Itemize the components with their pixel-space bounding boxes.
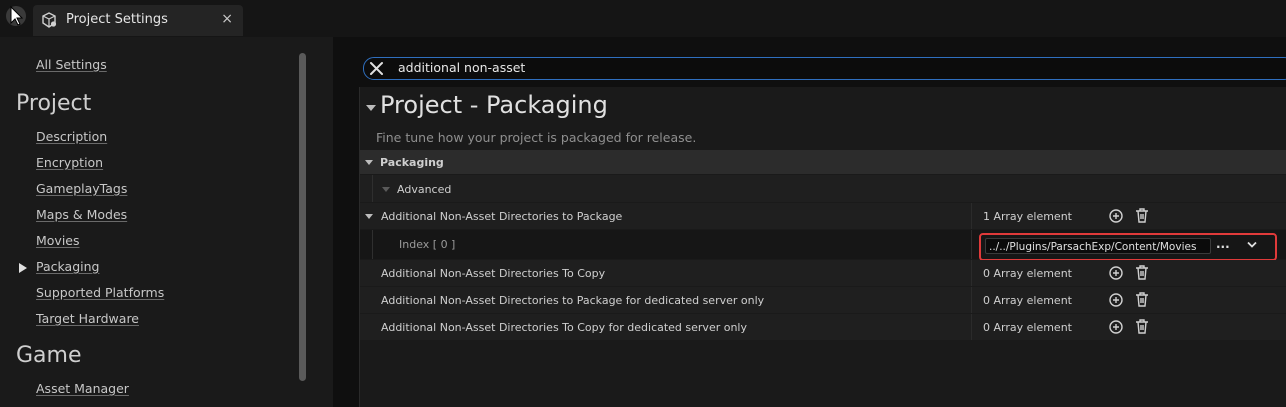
sidebar-item-description[interactable]: Description (36, 129, 107, 144)
browse-button[interactable]: ... (1216, 237, 1230, 251)
array-count: 0 Array element (983, 267, 1072, 280)
add-element-icon[interactable] (1109, 209, 1123, 223)
property-label: Additional Non-Asset Directories to Pack… (381, 210, 623, 223)
sidebar-heading-project: Project (16, 91, 92, 116)
property-label: Additional Non-Asset Directories to Pack… (381, 294, 765, 307)
sidebar-item-packaging[interactable]: Packaging (36, 259, 99, 274)
add-element-icon[interactable] (1109, 266, 1123, 280)
property-row-dirs-to-package: Additional Non-Asset Directories to Pack… (360, 203, 1286, 229)
section-description: Fine tune how your project is packaged f… (376, 130, 697, 145)
sidebar-item-encryption[interactable]: Encryption (36, 155, 103, 170)
property-row-dirs-package-server: Additional Non-Asset Directories to Pack… (360, 287, 1286, 313)
expand-caret-icon[interactable] (365, 214, 373, 219)
advanced-group[interactable]: Advanced (360, 175, 1286, 202)
sidebar-item-supported-platforms[interactable]: Supported Platforms (36, 285, 164, 300)
section-title: Project - Packaging (380, 91, 608, 119)
collapse-arrow-icon[interactable] (366, 105, 376, 111)
category-label: Packaging (380, 156, 444, 169)
index-label: Index [ 0 ] (399, 238, 456, 251)
search-value: additional non-asset (398, 60, 526, 75)
sidebar-item-movies[interactable]: Movies (36, 233, 80, 248)
add-element-icon[interactable] (1109, 320, 1123, 334)
details-panel: Project - Packaging Fine tune how your p… (359, 87, 1286, 407)
sidebar-item-asset-manager[interactable]: Asset Manager (36, 381, 129, 396)
trash-icon[interactable] (1135, 292, 1149, 307)
search-input[interactable]: additional non-asset (363, 57, 1286, 80)
add-element-icon[interactable] (1109, 293, 1123, 307)
settings-sidebar: All Settings Project Description Encrypt… (0, 37, 333, 407)
trash-icon[interactable] (1135, 265, 1149, 280)
sidebar-scrollbar[interactable] (299, 53, 306, 381)
sidebar-heading-game: Game (16, 343, 82, 368)
property-label: Additional Non-Asset Directories To Copy (381, 267, 606, 280)
clear-search-icon[interactable] (368, 60, 385, 77)
category-packaging[interactable]: Packaging (360, 150, 1286, 174)
expand-caret-icon (382, 187, 390, 192)
sidebar-item-maps-modes[interactable]: Maps & Modes (36, 207, 127, 222)
trash-icon[interactable] (1135, 208, 1149, 223)
selected-arrow-icon (19, 263, 27, 273)
array-count: 1 Array element (983, 210, 1072, 223)
tab-title: Project Settings (66, 12, 168, 27)
expand-caret-icon (365, 160, 373, 165)
property-row-dirs-to-copy: Additional Non-Asset Directories To Copy… (360, 260, 1286, 286)
directory-path-input[interactable]: ../../Plugins/ParsachExp/Content/Movies (985, 238, 1211, 254)
highlighted-path-field: ../../Plugins/ParsachExp/Content/Movies … (979, 233, 1277, 261)
chevron-down-icon[interactable] (1247, 241, 1257, 249)
array-count: 0 Array element (983, 294, 1072, 307)
property-row-dirs-copy-server: Additional Non-Asset Directories To Copy… (360, 314, 1286, 340)
property-row-index-0: Index [ 0 ] ../../Plugins/ParsachExp/Con… (360, 230, 1286, 261)
settings-cube-icon (42, 12, 57, 28)
close-icon[interactable]: × (221, 11, 233, 27)
trash-icon[interactable] (1135, 319, 1149, 334)
title-bar: Project Settings × (0, 0, 1286, 37)
property-label: Additional Non-Asset Directories To Copy… (381, 321, 747, 334)
sidebar-item-all-settings[interactable]: All Settings (36, 57, 107, 72)
sidebar-item-target-hardware[interactable]: Target Hardware (36, 311, 139, 326)
settings-main-panel: additional non-asset Project - Packaging… (333, 37, 1286, 407)
array-count: 0 Array element (983, 321, 1072, 334)
mouse-cursor-icon (6, 5, 26, 26)
project-settings-tab[interactable]: Project Settings × (33, 5, 243, 36)
sidebar-item-gameplaytags[interactable]: GameplayTags (36, 181, 127, 196)
advanced-label: Advanced (397, 183, 452, 196)
